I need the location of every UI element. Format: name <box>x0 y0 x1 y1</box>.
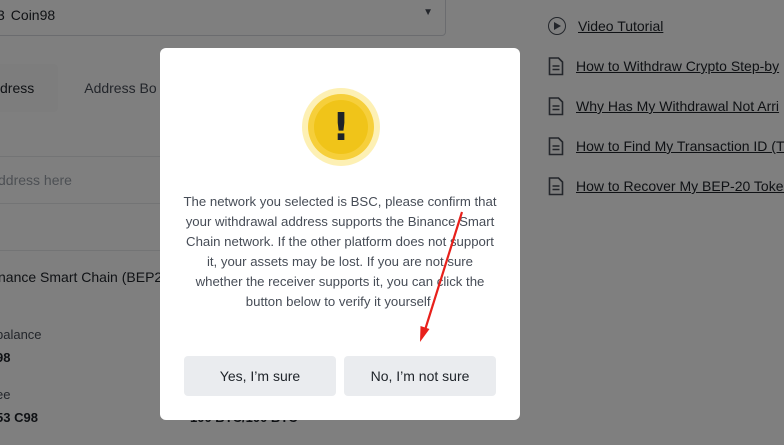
network-confirm-dialog: ! The network you selected is BSC, pleas… <box>160 48 520 420</box>
warning-icon: ! <box>314 100 368 154</box>
confirm-no-button[interactable]: No, I’m not sure <box>344 356 496 396</box>
dialog-message: The network you selected is BSC, please … <box>183 194 497 309</box>
confirm-yes-button[interactable]: Yes, I’m sure <box>184 356 336 396</box>
